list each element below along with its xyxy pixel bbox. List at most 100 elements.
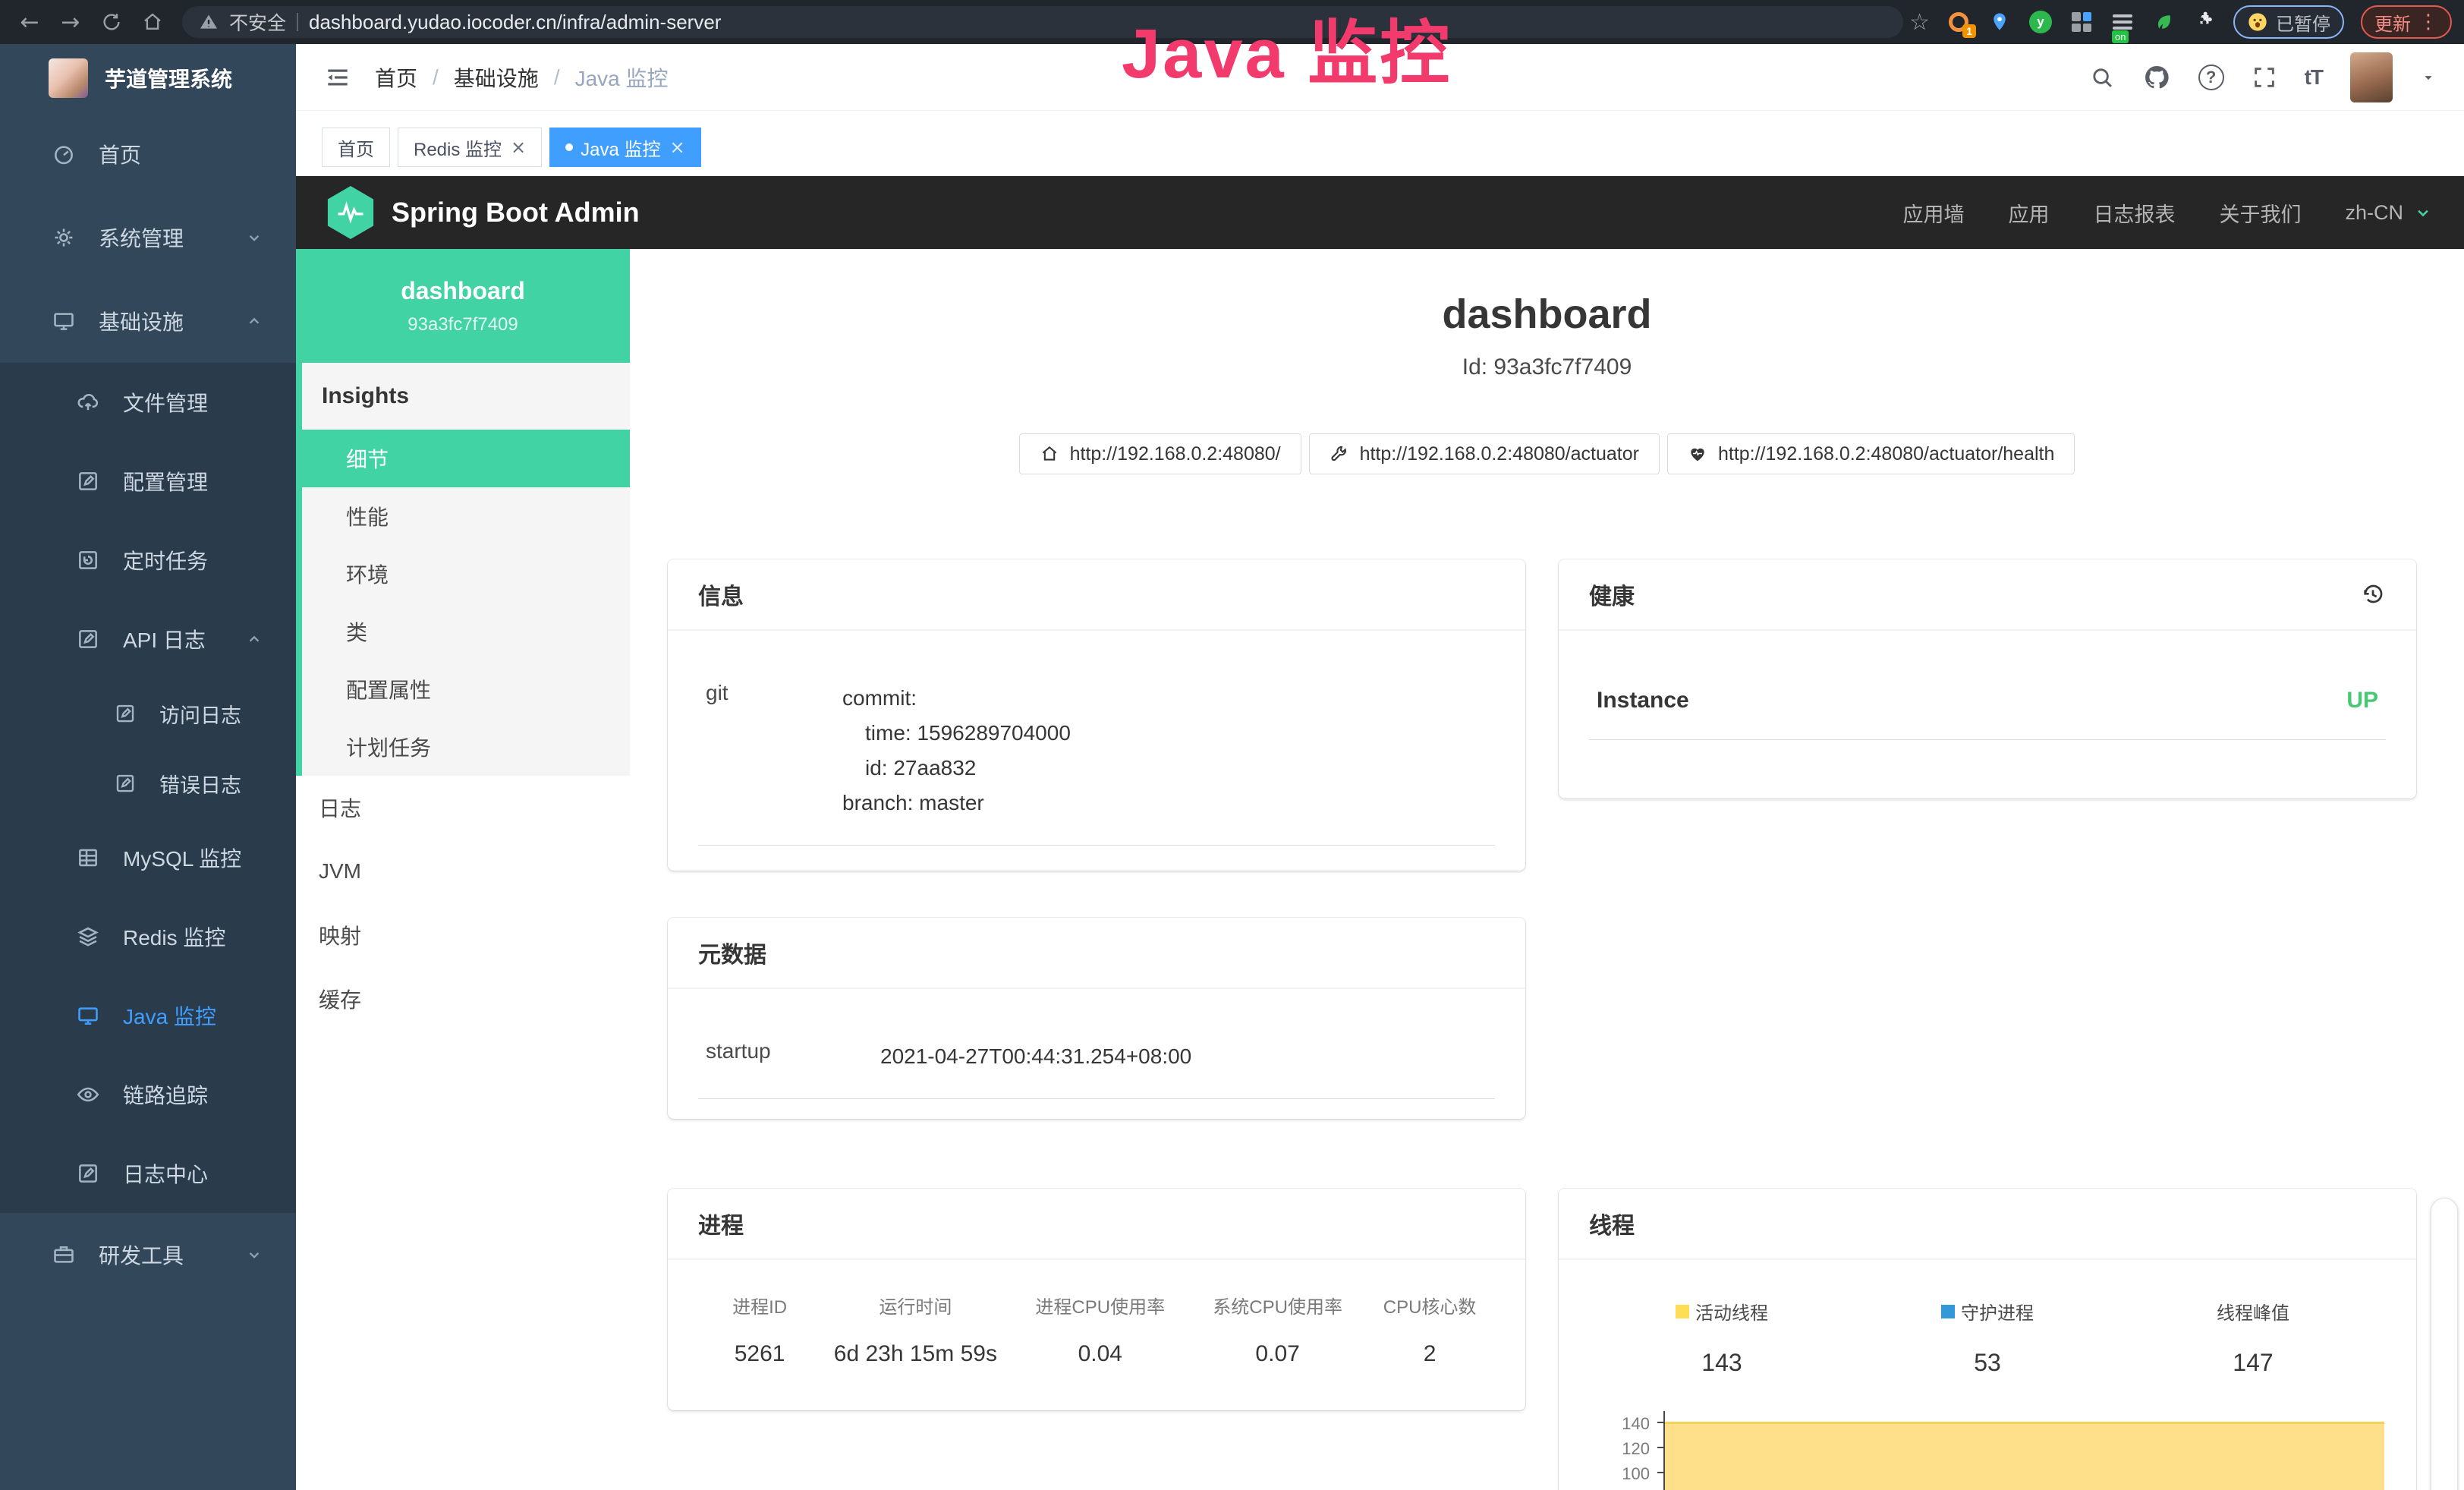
tab-redis-monitor[interactable]: Redis 监控 ×	[398, 128, 542, 167]
caret-down-icon[interactable]	[2420, 69, 2437, 86]
sba-menu-jvm[interactable]: JVM	[296, 840, 630, 903]
sba-menu-classes[interactable]: 类	[302, 603, 630, 660]
edit-icon	[76, 1161, 100, 1186]
sidebar-item-file-manage[interactable]: 文件管理	[0, 363, 296, 442]
process-col-cores: CPU核心数	[1364, 1292, 1495, 1318]
sba-menu-caches[interactable]: 缓存	[296, 967, 630, 1031]
help-icon[interactable]: ?	[2198, 65, 2224, 90]
browser-update-button[interactable]: 更新 ⋮	[2361, 5, 2452, 39]
info-git-row: git commit: time: 1596289704000 id: 27aa…	[698, 661, 1495, 846]
sidebar-item-infra[interactable]: 基础设施	[0, 279, 296, 363]
sba-nav-about[interactable]: 关于我们	[2219, 198, 2301, 228]
url-text[interactable]: dashboard.yudao.iocoder.cn/infra/admin-s…	[309, 11, 721, 34]
sba-brand-title[interactable]: Spring Boot Admin	[392, 197, 640, 228]
sba-menu-environment[interactable]: 环境	[302, 545, 630, 603]
close-icon[interactable]: ×	[511, 137, 526, 158]
search-icon[interactable]	[2089, 65, 2115, 90]
sidebar-item-scheduled-job[interactable]: 定时任务	[0, 521, 296, 600]
sba-menu-logging[interactable]: 日志	[296, 776, 630, 840]
spring-boot-admin-logo-icon[interactable]	[326, 186, 375, 239]
sidebar-item-config-manage[interactable]: 配置管理	[0, 442, 296, 521]
extension-on-icon[interactable]: on	[2110, 10, 2135, 34]
address-bar[interactable]: 不安全 dashboard.yudao.iocoder.cn/infra/adm…	[182, 6, 1903, 38]
sidebar-item-system[interactable]: 系统管理	[0, 196, 296, 279]
tab-home[interactable]: 首页	[322, 128, 390, 167]
fullscreen-icon[interactable]	[2252, 65, 2277, 90]
service-url-button[interactable]: http://192.168.0.2:48080/	[1019, 433, 1301, 474]
profile-paused-pill[interactable]: 已暂停	[2233, 5, 2344, 39]
info-git-value: commit: time: 1596289704000 id: 27aa832 …	[842, 681, 1071, 821]
sidebar-item-log-center[interactable]: 日志中心	[0, 1134, 296, 1213]
actuator-url-button[interactable]: http://192.168.0.2:48080/actuator	[1309, 433, 1660, 474]
sba-nav-wall[interactable]: 应用墙	[1902, 198, 1964, 228]
layers-icon	[76, 925, 100, 949]
sidebar-item-label: MySQL 监控	[123, 843, 241, 873]
sidebar-item-api-log[interactable]: API 日志	[0, 600, 296, 679]
bookmark-star-icon[interactable]: ☆	[1909, 9, 1930, 36]
extension-pin-icon[interactable]	[1987, 10, 2012, 34]
chart-plot-area	[1663, 1411, 2384, 1490]
edit-icon	[114, 702, 137, 725]
chevron-down-icon	[2412, 202, 2434, 223]
sidebar-item-label: 文件管理	[123, 387, 208, 417]
monitor-icon	[76, 1003, 100, 1028]
process-cores-value: 2	[1364, 1341, 1495, 1367]
sidebar-item-home[interactable]: 首页	[0, 112, 296, 196]
sba-menu-config-props[interactable]: 配置属性	[302, 660, 630, 718]
sidebar-item-label: 配置管理	[123, 466, 208, 496]
paused-label: 已暂停	[2276, 9, 2330, 36]
sba-language-select[interactable]: zh-CN	[2345, 201, 2434, 225]
browser-reload-button[interactable]	[94, 11, 129, 33]
font-size-icon[interactable]: tT	[2305, 65, 2323, 90]
metadata-row: startup 2021-04-27T00:44:31.254+08:00	[698, 1019, 1495, 1099]
git-id-line: id: 27aa832	[842, 751, 1071, 786]
sba-menu-performance[interactable]: 性能	[302, 487, 630, 545]
not-secure-warning-icon	[199, 12, 219, 32]
sidebar-item-access-log[interactable]: 访问日志	[0, 679, 296, 748]
sidebar-item-error-log[interactable]: 错误日志	[0, 748, 296, 818]
sidebar-item-devtools[interactable]: 研发工具	[0, 1213, 296, 1296]
legend-peak-threads: 线程峰值	[2120, 1298, 2386, 1325]
breadcrumb-home[interactable]: 首页	[375, 62, 417, 93]
instance-header[interactable]: dashboard 93a3fc7f7409	[296, 249, 630, 363]
browser-forward-button[interactable]: →	[53, 9, 88, 36]
edit-icon	[76, 469, 100, 493]
browser-back-button[interactable]: ←	[12, 9, 47, 36]
extensions-puzzle-icon[interactable]	[2192, 10, 2217, 34]
extension-leaf-icon[interactable]	[2151, 10, 2176, 34]
extension-green-icon[interactable]: y	[2028, 10, 2053, 34]
table-grid-icon	[76, 846, 100, 870]
history-icon[interactable]	[2360, 581, 2386, 607]
extension-letter: y	[2029, 11, 2052, 33]
edit-icon	[114, 772, 137, 795]
sidebar-item-java-monitor[interactable]: Java 监控	[0, 976, 296, 1055]
user-avatar[interactable]	[2350, 52, 2393, 102]
sidebar-item-redis-monitor[interactable]: Redis 监控	[0, 897, 296, 976]
health-instance-row[interactable]: Instance UP	[1589, 665, 2386, 740]
sba-nav-journal[interactable]: 日志报表	[2093, 198, 2175, 228]
not-secure-label[interactable]: 不安全	[229, 8, 286, 36]
sba-menu-details[interactable]: 细节	[302, 430, 630, 487]
extension-orange-icon[interactable]: 1	[1946, 10, 1971, 34]
health-url-button[interactable]: http://192.168.0.2:48080/actuator/health	[1667, 433, 2075, 474]
process-col-uptime: 运行时间	[821, 1292, 1009, 1318]
sba-menu-mappings[interactable]: 映射	[296, 903, 630, 967]
sidebar-item-trace[interactable]: 链路追踪	[0, 1055, 296, 1134]
y-tick-120: 120	[1589, 1439, 1650, 1459]
sba-menu-scheduled-tasks[interactable]: 计划任务	[302, 718, 630, 776]
metadata-label: startup	[706, 1039, 880, 1074]
content-scrollbar-thumb[interactable]	[2431, 1198, 2458, 1490]
breadcrumb-infra[interactable]: 基础设施	[454, 62, 539, 93]
sba-nav-applications[interactable]: 应用	[2008, 198, 2049, 228]
hamburger-toggle[interactable]	[323, 63, 352, 92]
sidebar-item-mysql-monitor[interactable]: MySQL 监控	[0, 818, 296, 897]
service-url: http://192.168.0.2:48080/	[1070, 443, 1281, 465]
app-logo-row[interactable]: 芋道管理系统	[0, 44, 296, 112]
threads-chart: 140 120 100	[1589, 1411, 2386, 1490]
extension-grid-icon[interactable]	[2069, 10, 2094, 34]
browser-home-button[interactable]	[135, 11, 170, 33]
github-icon[interactable]	[2142, 63, 2171, 92]
browser-menu-icon[interactable]: ⋮	[2418, 11, 2438, 33]
close-icon[interactable]: ×	[670, 137, 685, 158]
tab-java-monitor[interactable]: Java 监控 ×	[549, 128, 700, 167]
